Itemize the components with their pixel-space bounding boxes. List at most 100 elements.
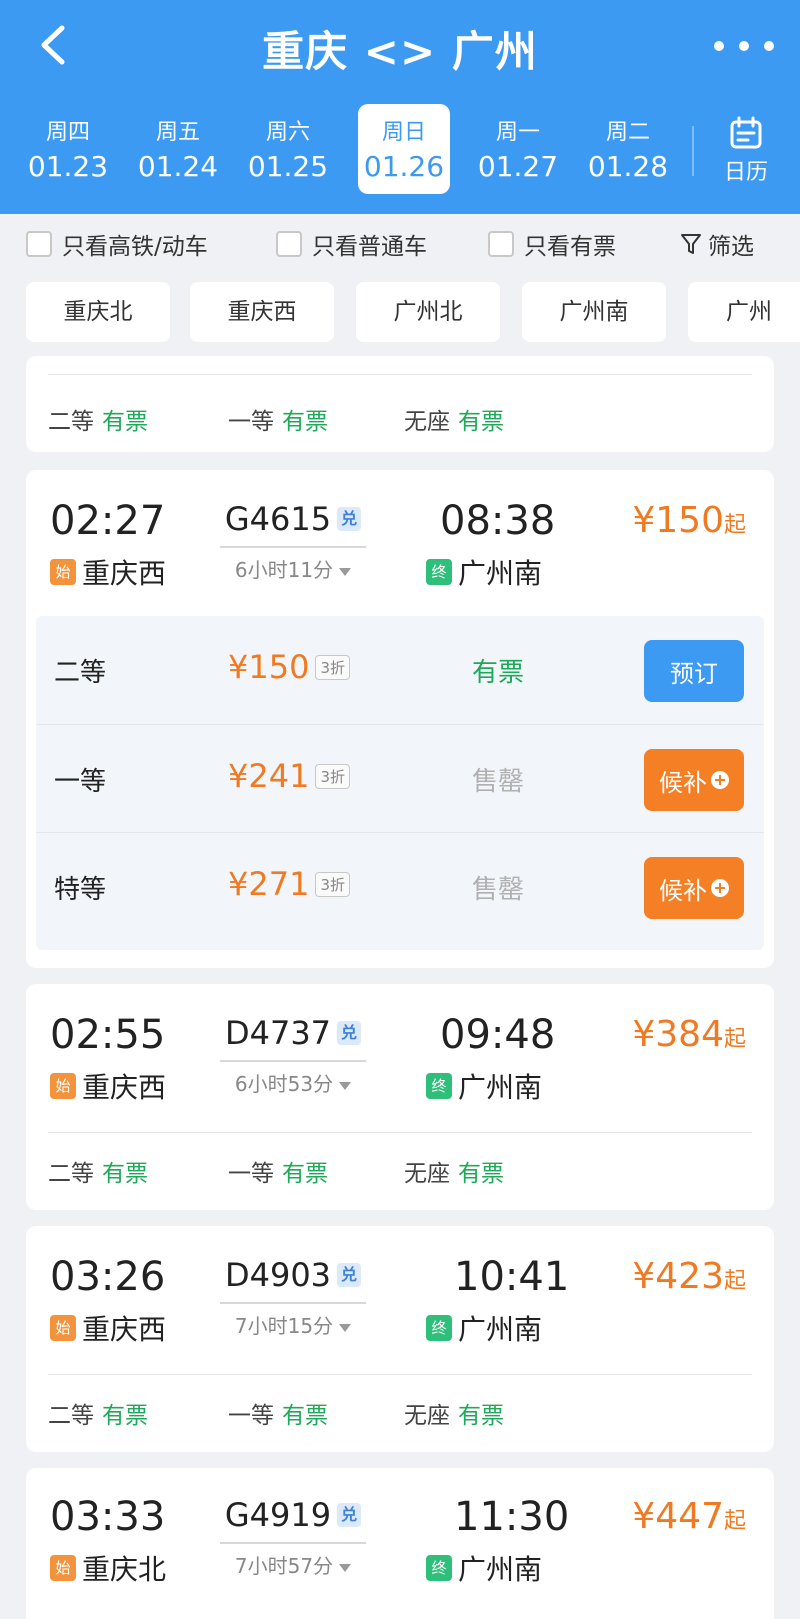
seat-summary-row: 二等 有票 一等 有票 无座 有票 <box>48 1396 748 1430</box>
date-tab-weekday: 周二 <box>605 120 650 145</box>
start-tag: 始 <box>50 1315 76 1341</box>
caret-down-icon <box>339 1563 352 1572</box>
divider <box>48 1132 752 1133</box>
plus-circle-icon <box>711 879 729 897</box>
duration-text: 7小时15分 <box>234 1314 334 1338</box>
seat-status: 有票 <box>458 1403 504 1429</box>
filter-label: 筛选 <box>708 234 754 260</box>
waitlist-button-label: 候补 <box>659 876 707 905</box>
seat-price: ¥241 3折 <box>228 757 350 795</box>
filter-bar: 只看高铁/动车 只看普通车 只看有票 筛选 <box>0 214 800 274</box>
train-line <box>220 1542 366 1544</box>
duration-text: 6小时11分 <box>234 558 334 582</box>
train-line <box>220 1060 366 1062</box>
station-tab-guangzhou[interactable]: 广州 <box>688 282 800 342</box>
start-tag: 始 <box>50 1555 76 1581</box>
calendar-button[interactable]: 日历 <box>714 112 778 196</box>
train-number-wrap: D4737 兑 <box>220 1014 366 1052</box>
book-button[interactable]: 预订 <box>644 640 744 702</box>
seat-status: 有票 <box>282 1403 328 1429</box>
to-station: 终广州南 <box>426 1308 542 1348</box>
train-card[interactable]: 02:55 D4737 兑 6小时53分 09:48 ¥384起 始重庆西 终广州… <box>26 984 774 1210</box>
duration-toggle[interactable]: 7小时15分 <box>220 1310 366 1339</box>
duration-toggle[interactable]: 7小时57分 <box>220 1550 366 1579</box>
more-options-button[interactable] <box>714 26 774 66</box>
seat-summary-row: 二等 有票 一等 有票 无座 有票 <box>48 1154 748 1187</box>
seat-price-value: ¥241 <box>228 757 310 795</box>
date-tab-weekday: 周五 <box>155 120 200 145</box>
dot-icon <box>764 41 774 51</box>
dot-icon <box>714 41 724 51</box>
train-card[interactable]: 02:27 G4615 兑 6小时11分 08:38 ¥150起 始重庆西 终广州… <box>26 470 774 968</box>
price-suffix: 起 <box>723 1509 746 1534</box>
to-station: 终广州南 <box>426 1066 542 1106</box>
train-number: G4919 兑 <box>225 1496 362 1534</box>
seat-summary: 二等 有票 <box>48 1396 148 1430</box>
train-card-partial[interactable]: 二等 有票 一等 有票 无座 有票 <box>26 356 774 452</box>
seat-summary: 一等 有票 <box>228 1396 328 1430</box>
date-tab-weekday: 周一 <box>495 120 540 145</box>
train-number-text: D4737 <box>224 1014 332 1052</box>
seat-name: 一等 <box>228 1403 274 1429</box>
checkbox-icon <box>276 231 302 257</box>
calendar-icon <box>730 116 762 149</box>
seat-name: 一等 <box>54 767 107 797</box>
date-tab-thu[interactable]: 周四 01.23 <box>22 104 114 194</box>
date-tab-fri[interactable]: 周五 01.24 <box>132 104 224 194</box>
station-tab-chongqingbei[interactable]: 重庆北 <box>26 282 170 342</box>
date-selector: 周四 01.23 周五 01.24 周六 01.25 周日 01.26 周一 0… <box>14 104 694 194</box>
seat-price: ¥150 3折 <box>228 648 350 686</box>
date-tab-mon[interactable]: 周一 01.27 <box>472 104 564 194</box>
route-title: 重庆 <> 广州 <box>262 27 538 76</box>
arrive-time: 10:41 <box>454 1254 570 1300</box>
seat-status: 有票 <box>458 409 504 435</box>
date-tab-date: 01.28 <box>587 150 669 183</box>
seat-summary: 无座 有票 <box>404 1396 504 1430</box>
price-suffix: 起 <box>723 1027 746 1052</box>
station-tab-guangzhounan[interactable]: 广州南 <box>522 282 666 342</box>
from-station-name: 重庆西 <box>82 1071 167 1104</box>
seat-price-value: ¥271 <box>228 865 310 903</box>
seat-status: 有票 <box>102 409 148 435</box>
date-tab-tue[interactable]: 周二 01.28 <box>582 104 674 194</box>
lowest-price-value: ¥384 <box>632 1014 724 1055</box>
waitlist-button[interactable]: 候补 <box>644 857 744 919</box>
station-tabs: 重庆北 重庆西 广州北 广州南 广州 <box>0 282 800 348</box>
divider <box>48 374 752 375</box>
duration-text: 6小时53分 <box>234 1072 334 1096</box>
lowest-price-value: ¥447 <box>632 1496 724 1537</box>
seat-name: 无座 <box>404 1161 450 1187</box>
waitlist-button[interactable]: 候补 <box>644 749 744 811</box>
depart-time: 02:55 <box>50 1012 166 1058</box>
seat-summary: 无座 有票 <box>404 402 504 436</box>
train-card[interactable]: 03:33 G4919 兑 7小时57分 11:30 ¥447起 始重庆北 终广州… <box>26 1468 774 1619</box>
date-tab-sat[interactable]: 周六 01.25 <box>242 104 334 194</box>
station-tab-guangzhoubei[interactable]: 广州北 <box>356 282 500 342</box>
discount-badge: 3折 <box>315 654 350 680</box>
train-line <box>220 1302 366 1304</box>
date-tab-sun-selected[interactable]: 周日 01.26 <box>358 104 450 194</box>
to-station: 终广州南 <box>426 1548 542 1588</box>
duration-toggle[interactable]: 6小时11分 <box>220 554 366 583</box>
to-station-name: 广州南 <box>458 1553 543 1586</box>
from-station-name: 重庆西 <box>82 1313 167 1346</box>
filter-normal-checkbox[interactable]: 只看普通车 <box>276 228 427 260</box>
from-station: 始重庆西 <box>50 552 166 592</box>
seat-status: 有票 <box>282 409 328 435</box>
filter-available-checkbox[interactable]: 只看有票 <box>488 228 616 260</box>
checkbox-icon <box>488 231 514 257</box>
waitlist-button-label: 候补 <box>659 768 707 797</box>
to-station-name: 广州南 <box>458 557 543 590</box>
to-station-name: 广州南 <box>458 1313 543 1346</box>
seat-name: 一等 <box>228 1161 274 1187</box>
train-card[interactable]: 03:26 D4903 兑 7小时15分 10:41 ¥423起 始重庆西 终广州… <box>26 1226 774 1452</box>
calendar-label: 日历 <box>723 160 768 185</box>
seat-summary: 二等 有票 <box>48 402 148 436</box>
station-tab-chongqingxi[interactable]: 重庆西 <box>190 282 334 342</box>
divider <box>692 126 694 176</box>
lowest-price: ¥447起 <box>632 1496 746 1537</box>
duration-toggle[interactable]: 6小时53分 <box>220 1068 366 1097</box>
filter-highspeed-checkbox[interactable]: 只看高铁/动车 <box>26 228 208 260</box>
filter-button[interactable]: 筛选 <box>680 228 754 260</box>
arrive-time: 11:30 <box>454 1494 570 1540</box>
